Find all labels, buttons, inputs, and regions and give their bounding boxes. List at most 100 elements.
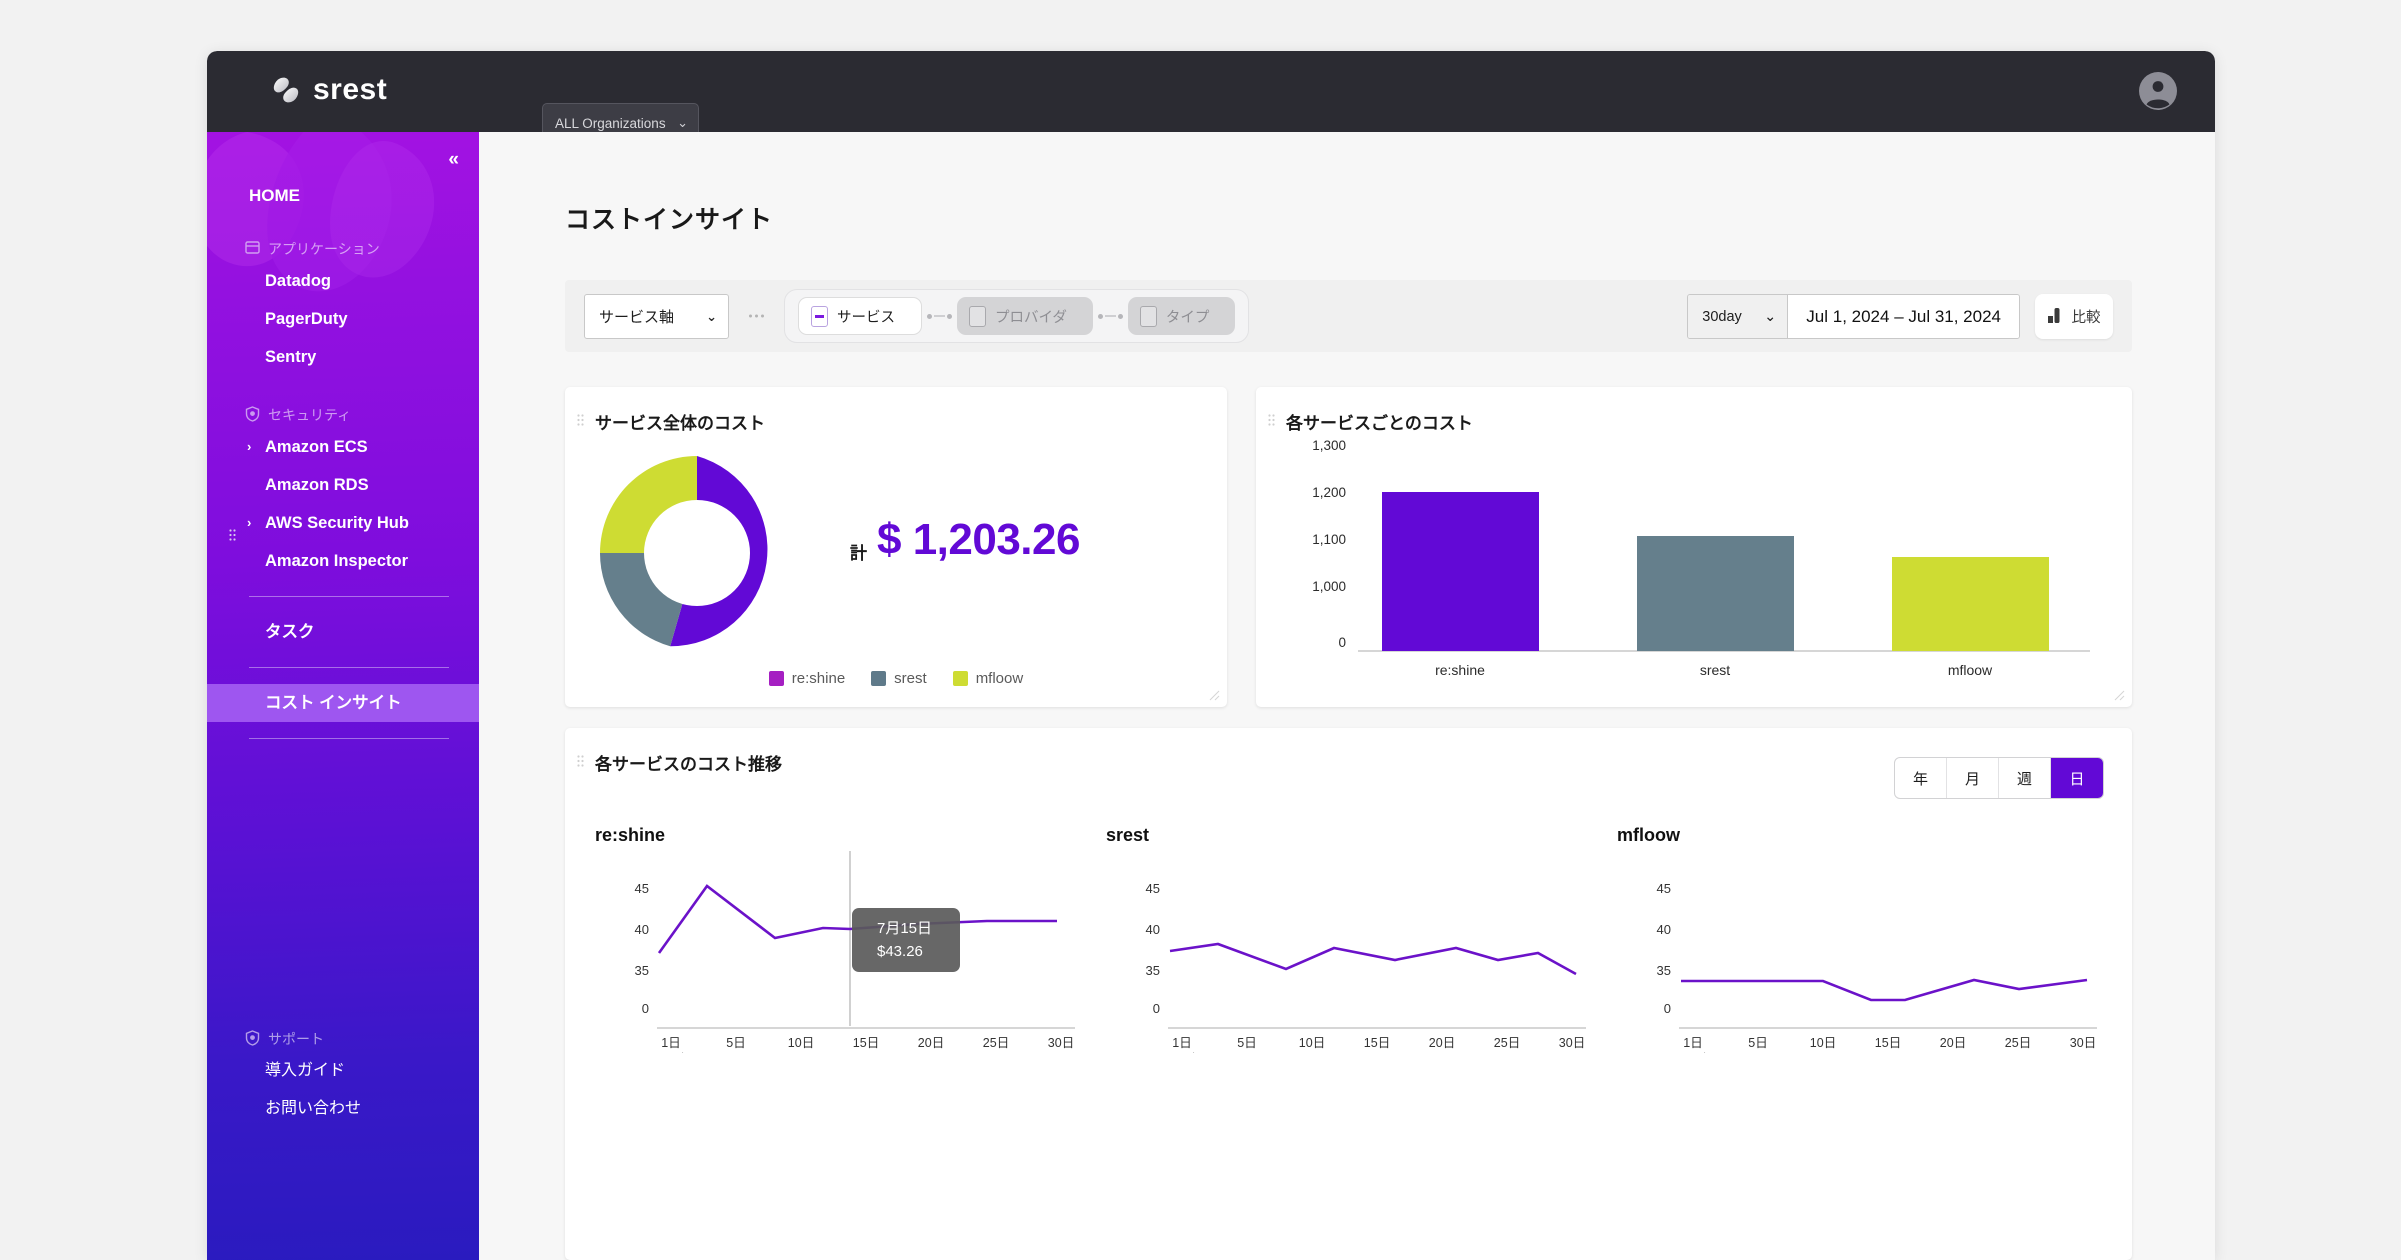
- date-range-input[interactable]: Jul 1, 2024 – Jul 31, 2024: [1788, 295, 2019, 338]
- trend-chart-reshine[interactable]: re:shine 45 40 35 0 7月15日 $43.26 1日 5日 1…: [587, 823, 1087, 1053]
- page-title: コストインサイト: [565, 206, 774, 234]
- filter-chip-type[interactable]: タイプ: [1127, 297, 1236, 335]
- sidebar-nav: HOME アプリケーション Datadog PagerDuty Sentry セ…: [207, 132, 479, 1128]
- sidebar-group-label: セキュリティ: [268, 407, 352, 423]
- drag-handle-icon[interactable]: [229, 517, 236, 541]
- x-tick-20: 20日: [1429, 1036, 1455, 1050]
- sidebar-item-contact[interactable]: お問い合わせ: [207, 1090, 479, 1128]
- sidebar-item-amazon-inspector[interactable]: Amazon Inspector: [207, 542, 479, 580]
- trend-chart-srest[interactable]: srest 45 40 35 0 1日 5日 10日 15日 20日 25日 3…: [1098, 823, 1598, 1053]
- sidebar-item-label: タスク: [265, 623, 315, 641]
- x-tick-5: 5日: [1237, 1036, 1256, 1050]
- srest-logo-icon: [269, 73, 303, 107]
- resize-handle[interactable]: [1207, 688, 1220, 701]
- x-tick-15: 15日: [1875, 1036, 1901, 1050]
- period-option-day[interactable]: 日: [2051, 758, 2103, 798]
- sidebar-item-label: お問い合わせ: [265, 1100, 362, 1117]
- chevron-down-icon: ⌄: [677, 115, 688, 130]
- sidebar-group-support: サポート: [207, 1026, 479, 1052]
- x-tick-30: 30日: [1559, 1036, 1585, 1050]
- sidebar-group-label: サポート: [268, 1031, 324, 1047]
- y-tick-35: 35: [635, 963, 649, 978]
- axis-select-value: サービス軸: [599, 309, 675, 326]
- axis-select[interactable]: サービス軸 ⌄: [584, 294, 729, 339]
- chip-connector: [1093, 313, 1128, 319]
- x-tick-reshine: re:shine: [1435, 662, 1485, 678]
- compare-button[interactable]: 比較: [2035, 294, 2113, 339]
- sidebar-item-pagerduty[interactable]: PagerDuty: [207, 300, 479, 338]
- y-tick-1200: 1,200: [1312, 485, 1346, 500]
- filter-chip-service[interactable]: サービス: [798, 297, 922, 335]
- x-tick-20: 20日: [1940, 1036, 1966, 1050]
- drag-handle-icon[interactable]: [577, 413, 584, 426]
- bar-chart[interactable]: 1,300 1,200 1,100 1,000 0 re:shine srest…: [1272, 435, 2112, 685]
- trend-title-reshine: re:shine: [595, 825, 665, 845]
- organization-selector-value: ALL Organizations: [555, 115, 666, 131]
- sidebar-divider: [249, 667, 449, 668]
- bar-srest: [1637, 536, 1794, 651]
- x-tick-10: 10日: [1810, 1036, 1836, 1050]
- x-axis-label: 2024/7: [1163, 1051, 1201, 1053]
- checkbox-indeterminate-icon: [811, 305, 828, 327]
- shield-icon: [245, 1029, 260, 1049]
- window-icon: [245, 240, 260, 258]
- sidebar-item-label: Datadog: [265, 272, 331, 290]
- sidebar-item-home[interactable]: HOME: [207, 182, 479, 210]
- main-content: コストインサイト サービス軸 ⌄ サービス プロバイダ タイプ 30day ⌄ …: [479, 132, 2215, 1260]
- total-cost-label: 計: [850, 544, 867, 563]
- y-tick-0: 0: [642, 1001, 649, 1016]
- x-tick-20: 20日: [918, 1036, 944, 1050]
- x-axis-label: 2024/7: [1674, 1051, 1712, 1053]
- sidebar-item-sentry[interactable]: Sentry: [207, 338, 479, 376]
- trend-chart-mfloow[interactable]: mfloow 45 40 35 0 1日 5日 10日 15日 20日 25日 …: [1609, 823, 2109, 1053]
- service-total-cost-card: サービス全体のコスト 計 $ 1,203.26 re:shine srest m…: [565, 387, 1227, 707]
- legend-item-srest[interactable]: srest: [871, 670, 927, 687]
- sidebar-item-label: コスト インサイト: [265, 694, 402, 712]
- sidebar-item-cost-insight[interactable]: コスト インサイト: [207, 684, 479, 722]
- y-tick-45: 45: [1657, 881, 1671, 896]
- drag-handle-icon[interactable]: [577, 754, 584, 767]
- sidebar-item-tasks[interactable]: タスク: [207, 613, 479, 651]
- x-tick-5: 5日: [726, 1036, 745, 1050]
- legend-item-mfloow[interactable]: mfloow: [952, 670, 1024, 687]
- y-tick-40: 40: [635, 922, 649, 937]
- sidebar-item-label: Amazon Inspector: [265, 552, 409, 570]
- legend-item-reshine[interactable]: re:shine: [768, 670, 845, 687]
- sidebar-item-onboarding-guide[interactable]: 導入ガイド: [207, 1052, 479, 1090]
- drag-handle-icon[interactable]: [1268, 413, 1275, 426]
- brand-logo[interactable]: srest: [269, 73, 387, 107]
- sidebar-item-aws-security-hub[interactable]: › AWS Security Hub: [207, 504, 479, 542]
- sidebar-item-amazon-ecs[interactable]: › Amazon ECS: [207, 428, 479, 466]
- brand-name: srest: [313, 73, 388, 106]
- trend-title-mfloow: mfloow: [1617, 825, 1681, 845]
- checkbox-icon: [1139, 305, 1157, 327]
- y-tick-40: 40: [1146, 922, 1160, 937]
- donut-chart[interactable]: [577, 442, 817, 669]
- tooltip-date: 7月15日: [877, 920, 932, 937]
- sidebar-group-label: アプリケーション: [268, 241, 380, 257]
- legend-label: mfloow: [975, 670, 1024, 687]
- chip-connector: [922, 313, 957, 319]
- sidebar-group-applications: アプリケーション: [207, 236, 479, 262]
- resize-handle[interactable]: [2112, 688, 2125, 701]
- period-option-month[interactable]: 月: [1947, 758, 1999, 798]
- y-tick-35: 35: [1146, 963, 1160, 978]
- sidebar-item-amazon-rds[interactable]: Amazon RDS: [207, 466, 479, 504]
- sidebar-item-label: PagerDuty: [265, 310, 348, 328]
- x-tick-30: 30日: [1048, 1036, 1074, 1050]
- period-option-year[interactable]: 年: [1895, 758, 1947, 798]
- chevron-right-icon: ›: [247, 439, 252, 454]
- sidebar-item-label: 導入ガイド: [265, 1062, 346, 1079]
- filter-chip-label: タイプ: [1165, 309, 1210, 326]
- avatar[interactable]: [2139, 72, 2177, 110]
- trend-tooltip-reshine: 7月15日 $43.26: [852, 908, 960, 972]
- cost-trend-card: 各サービスのコスト推移 年 月 週 日 re:shine 45 40 35 0 …: [565, 728, 2132, 1260]
- card-title: 各サービスのコスト推移: [595, 755, 782, 774]
- period-option-week[interactable]: 週: [1999, 758, 2051, 798]
- sidebar-item-datadog[interactable]: Datadog: [207, 262, 479, 300]
- filter-chip-provider[interactable]: プロバイダ: [957, 297, 1093, 335]
- x-tick-25: 25日: [2005, 1036, 2031, 1050]
- y-tick-1000: 1,000: [1312, 579, 1346, 594]
- range-preset-select[interactable]: 30day ⌄: [1688, 295, 1789, 338]
